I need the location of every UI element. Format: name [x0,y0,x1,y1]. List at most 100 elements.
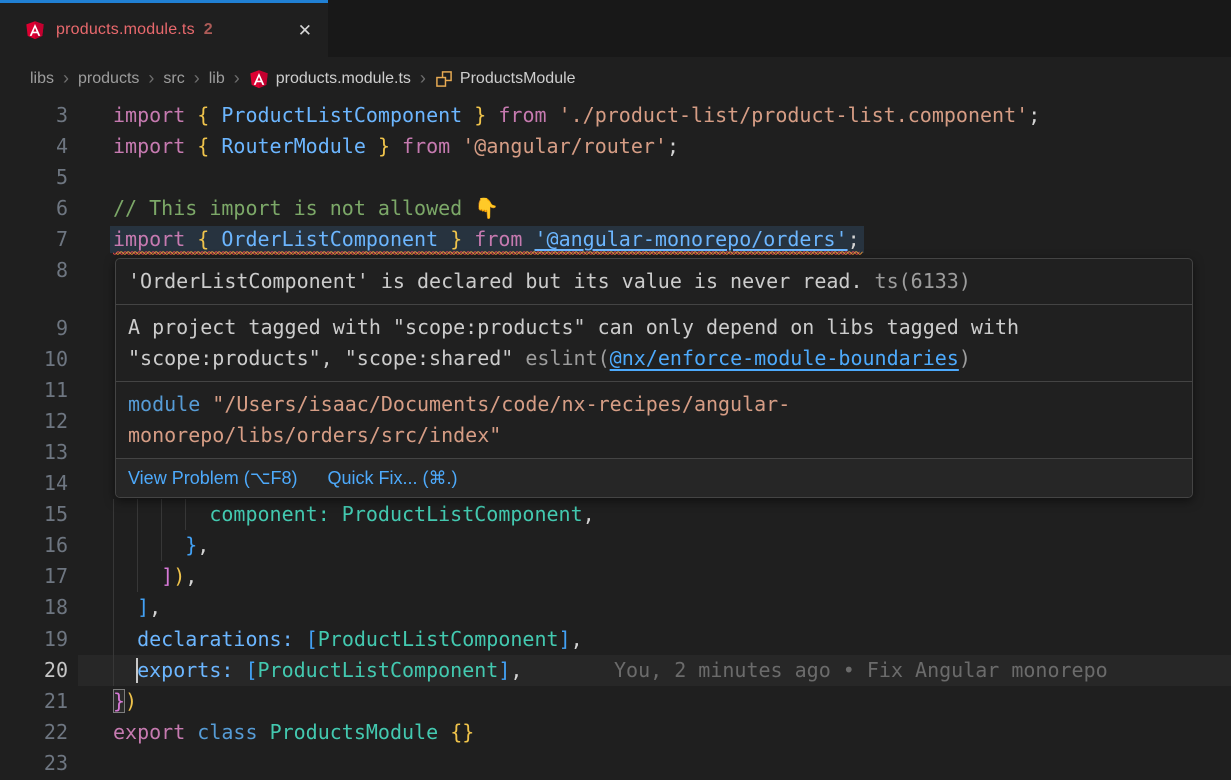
line-number[interactable]: 10 [0,344,68,375]
hover-diagnostic-section: A project tagged with "scope:products" c… [116,305,1192,382]
line-number[interactable]: 6 [0,193,68,224]
code-line-text[interactable]: ], [113,592,161,623]
code-token [209,134,221,158]
code-line-text[interactable]: declarations: [ProductListComponent], [113,624,583,655]
breadcrumb-label: lib [209,70,225,88]
code-token: [ [306,627,318,651]
breadcrumb-item-src[interactable]: src [163,70,184,88]
hover-text: 'OrderListComponent' is declared but its… [128,269,875,293]
angular-icon [25,20,45,40]
line-number[interactable]: 8 [0,255,68,286]
line-number[interactable]: 9 [0,313,68,344]
code-token [462,103,474,127]
line-number[interactable]: 16 [0,530,68,561]
line-number[interactable]: 19 [0,624,68,655]
code-token: import [113,227,185,251]
code-token: , [185,564,197,588]
close-icon[interactable]: ✕ [298,22,312,39]
line-number[interactable]: 20 [0,655,68,686]
code-token: } [474,103,486,127]
code-token: [ [245,658,257,682]
line-number[interactable]: 21 [0,686,68,717]
line-number[interactable]: 15 [0,499,68,530]
code-line: 15 component: ProductListComponent, [0,499,1231,530]
code-token: exports: [137,658,233,682]
code-token: { [197,227,209,251]
code-token [450,134,462,158]
line-number[interactable]: 23 [0,748,68,779]
code-line-text[interactable]: }, [113,530,209,561]
code-token [462,227,474,251]
code-token: class [197,720,257,744]
breadcrumb-item-lib[interactable]: lib [209,70,225,88]
code-line: 16 }, [0,530,1231,561]
code-token: component: [209,502,329,526]
eslint-rule-link[interactable]: @nx/enforce-module-boundaries [610,346,959,370]
code-line: 3 import { ProductListComponent } from '.… [0,100,1231,131]
line-number[interactable]: 7 [0,224,68,255]
code-token: } [185,533,197,557]
code-line-text[interactable]: import { RouterModule } from '@angular/r… [113,131,679,162]
code-token [185,103,197,127]
code-token [366,134,378,158]
code-token: declarations: [137,627,294,651]
code-line-text[interactable]: export class ProductsModule {} [113,717,474,748]
code-token: } [450,227,462,251]
breadcrumb-label: ProductsModule [460,70,576,88]
line-number[interactable]: 22 [0,717,68,748]
code-token [438,227,450,251]
code-line-text[interactable]: component: ProductListComponent, [113,499,595,530]
line-number[interactable]: 5 [0,162,68,193]
code-token [185,227,197,251]
code-line-text[interactable]: // This import is not allowed 👇 [113,193,499,224]
module-link[interactable]: '@angular-monorepo/orders' [535,227,848,251]
code-line-text[interactable]: exports: [ProductListComponent], [113,655,522,686]
git-blame-annotation: You, 2 minutes ago • Fix Angular monorep… [614,655,1108,686]
code-token: './product-list/product-list.component' [559,103,1029,127]
tab-products-module[interactable]: products.module.ts 2 ✕ [0,0,328,57]
hover-text-line: A project tagged with "scope:products" c… [128,312,1180,343]
line-number[interactable]: 3 [0,100,68,131]
line-number[interactable]: 4 [0,131,68,162]
quick-fix-action[interactable]: Quick Fix... (⌘.) [327,468,457,489]
hover-text: "/Users/isaac/Documents/code/nx-recipes/… [212,392,790,416]
hover-text: eslint( [525,346,609,370]
code-token [258,720,270,744]
tab-bar: products.module.ts 2 ✕ [0,0,1231,57]
breadcrumb-item-libs[interactable]: libs [30,70,54,88]
code-line-text[interactable]: }) [113,686,137,717]
hover-actions-bar: View Problem (⌥F8) Quick Fix... (⌘.) [116,459,1192,497]
code-token: ProductListComponent [221,103,462,127]
hover-text: A project tagged with "scope:products" c… [128,315,1019,339]
breadcrumb-item-productsmodule[interactable]: ProductsModule [435,70,576,88]
code-line: 7 import { OrderListComponent } from '@an… [0,224,1231,255]
hover-text [200,392,212,416]
breadcrumb-item-products-module-ts[interactable]: products.module.ts [249,69,411,89]
code-line: 23 [0,748,1231,779]
line-number[interactable]: 18 [0,592,68,623]
line-number[interactable]: 12 [0,406,68,437]
line-number[interactable]: 13 [0,437,68,468]
code-line: 18 ], [0,592,1231,623]
code-line-text[interactable]: import { ProductListComponent } from './… [113,100,1040,131]
code-token: { [197,103,209,127]
code-token: { [197,134,209,158]
line-number[interactable]: 14 [0,468,68,499]
code-token: import [113,103,185,127]
code-token: ; [848,227,860,251]
breadcrumb-item-products[interactable]: products [78,70,139,88]
view-problem-action[interactable]: View Problem (⌥F8) [128,468,297,489]
line-number[interactable]: 11 [0,375,68,406]
code-token: ProductsModule [270,720,439,744]
hover-text: monorepo/libs/orders/src/index" [128,423,501,447]
line-number[interactable]: 17 [0,561,68,592]
code-line-text[interactable]: ]), [113,561,197,592]
code-token: , [571,627,583,651]
code-token: from [498,103,546,127]
code-token: ] [161,564,173,588]
code-token [113,627,137,651]
code-line-text[interactable]: import { OrderListComponent } from '@ang… [113,224,860,255]
code-token: ] [559,627,571,651]
breadcrumb: libs›products›src›lib›products.module.ts… [0,57,1231,100]
code-token: ) [125,689,137,713]
